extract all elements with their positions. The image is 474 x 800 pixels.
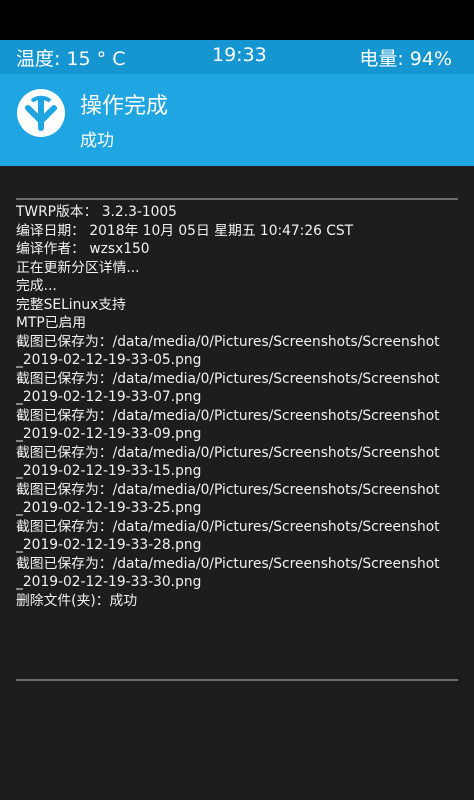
result-status: 成功 xyxy=(80,131,114,151)
console-line: _2019-02-12-19-33-07.png xyxy=(16,389,202,405)
console-line: 编译日期： 2018年 10月 05日 星期五 10:47:26 CST xyxy=(16,222,354,239)
system-top-bar xyxy=(0,0,474,40)
console-line: _2019-02-12-19-33-25.png xyxy=(16,500,202,516)
console-top-divider xyxy=(16,198,458,200)
console-line: _2019-02-12-19-33-15.png xyxy=(16,463,202,479)
page-title: 操作完成 xyxy=(80,94,169,119)
console-line: 完成... xyxy=(16,278,57,294)
console-line: _2019-02-12-19-33-05.png xyxy=(16,352,202,368)
clock: 19:33 xyxy=(212,44,267,66)
console-line: 完整SELinux支持 xyxy=(16,296,126,313)
console-line: _2019-02-12-19-33-09.png xyxy=(16,426,202,442)
operation-header: 操作完成 成功 xyxy=(0,74,474,166)
console-line: 截图已保存为：/data/media/0/Pictures/Screenshot… xyxy=(16,481,440,498)
status-bar: 温度: 15 ° C 19:33 电量: 94% xyxy=(0,40,474,74)
console-bottom-divider xyxy=(16,679,458,681)
console-line: 删除文件(夹)：成功 xyxy=(16,592,138,609)
temperature-readout: 温度: 15 ° C xyxy=(16,48,126,70)
console-line: 截图已保存为：/data/media/0/Pictures/Screenshot… xyxy=(16,407,440,424)
console-line: 截图已保存为：/data/media/0/Pictures/Screenshot… xyxy=(16,370,440,387)
console-line: 编译作者： wzsx150 xyxy=(16,241,150,257)
twrp-logo-icon xyxy=(17,89,65,137)
console-line: 截图已保存为：/data/media/0/Pictures/Screenshot… xyxy=(16,518,440,535)
battery-readout: 电量: 94% xyxy=(359,48,452,70)
console-line: _2019-02-12-19-33-30.png xyxy=(16,574,202,590)
console-line: 截图已保存为：/data/media/0/Pictures/Screenshot… xyxy=(16,555,440,572)
console-log: TWRP版本： 3.2.3-1005 编译日期： 2018年 10月 05日 星期… xyxy=(16,203,462,610)
console-line: _2019-02-12-19-33-28.png xyxy=(16,537,202,553)
console-line: 截图已保存为：/data/media/0/Pictures/Screenshot… xyxy=(16,444,440,461)
console-line: TWRP版本： 3.2.3-1005 xyxy=(16,204,177,220)
console-line: 截图已保存为：/data/media/0/Pictures/Screenshot… xyxy=(16,333,440,350)
console-line: MTP已启用 xyxy=(16,315,87,331)
console-line: 正在更新分区详情... xyxy=(16,259,140,276)
